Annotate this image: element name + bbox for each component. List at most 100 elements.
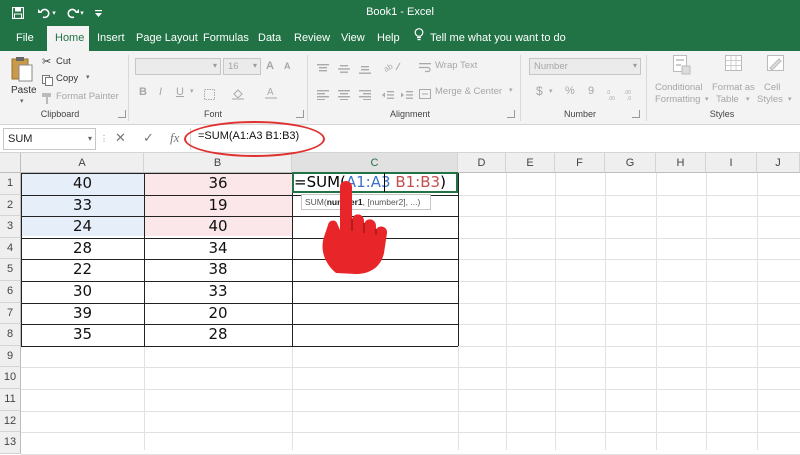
- column-header-f[interactable]: F: [555, 153, 605, 173]
- align-top-icon[interactable]: [317, 61, 329, 79]
- cell-b8[interactable]: 28: [144, 324, 292, 346]
- title-bar: ▾ ▾ Book1 - Excel: [0, 0, 800, 26]
- number-format-select[interactable]: Number ▾: [529, 58, 641, 75]
- copy-button[interactable]: Copy ▾: [42, 72, 97, 86]
- row-header-2[interactable]: 2: [0, 194, 21, 217]
- align-right-icon[interactable]: [359, 87, 371, 105]
- cell-a1[interactable]: 40: [21, 173, 144, 195]
- font-color-icon[interactable]: A: [265, 86, 277, 104]
- clipboard-launcher-icon[interactable]: [118, 110, 126, 118]
- font-launcher-icon[interactable]: [296, 110, 304, 118]
- tab-file[interactable]: File: [8, 26, 42, 51]
- format-table-label-1: Format as: [712, 82, 755, 93]
- alignment-launcher-icon[interactable]: [507, 110, 515, 118]
- format-painter-button[interactable]: Format Painter: [42, 90, 122, 104]
- row-header-12[interactable]: 12: [0, 410, 21, 433]
- cell-a5[interactable]: 22: [21, 259, 144, 281]
- paste-button[interactable]: Paste ▾: [8, 56, 37, 105]
- tab-review[interactable]: Review: [286, 26, 338, 51]
- cell-a4[interactable]: 28: [21, 238, 144, 260]
- borders-icon[interactable]: [204, 87, 215, 105]
- column-header-a[interactable]: A: [21, 153, 144, 173]
- increase-indent-icon[interactable]: [401, 87, 413, 105]
- row-header-10[interactable]: 10: [0, 367, 21, 389]
- cell-b1[interactable]: 36: [144, 173, 292, 195]
- select-all-button[interactable]: [0, 153, 21, 173]
- cell-b6[interactable]: 33: [144, 281, 292, 303]
- tab-insert[interactable]: Insert: [89, 26, 133, 51]
- increase-decimal-icon[interactable]: .0.00: [606, 87, 620, 105]
- decrease-decimal-icon[interactable]: .00.0: [624, 87, 638, 105]
- row-header-13[interactable]: 13: [0, 432, 21, 454]
- cancel-icon[interactable]: ✕: [115, 130, 126, 146]
- name-box[interactable]: SUM ▾: [3, 128, 96, 150]
- cell-a2[interactable]: 33: [21, 195, 144, 217]
- column-header-i[interactable]: I: [706, 153, 757, 173]
- tab-view[interactable]: View: [333, 26, 373, 51]
- enter-icon[interactable]: ✓: [143, 130, 154, 146]
- copy-label: Copy: [56, 73, 79, 84]
- cell-a7[interactable]: 39: [21, 303, 144, 325]
- decrease-indent-icon[interactable]: [382, 87, 394, 105]
- align-bottom-icon[interactable]: [359, 61, 371, 79]
- column-header-j[interactable]: J: [757, 153, 800, 173]
- align-center-icon[interactable]: [338, 87, 350, 105]
- tell-me-search[interactable]: Tell me what you want to do: [414, 26, 566, 51]
- wrap-text-button[interactable]: Wrap Text: [419, 59, 509, 73]
- insert-function-icon[interactable]: fx: [170, 130, 179, 146]
- cell-b3[interactable]: 40: [144, 216, 292, 238]
- orientation-icon[interactable]: ab: [382, 59, 402, 77]
- column-header-c[interactable]: C: [292, 153, 458, 173]
- column-header-g[interactable]: G: [605, 153, 656, 173]
- underline-dropdown-icon[interactable]: ▾: [190, 87, 194, 95]
- row-header-9[interactable]: 9: [0, 345, 21, 368]
- conditional-label-1: Conditional: [655, 82, 703, 93]
- currency-dropdown-icon[interactable]: ▾: [549, 87, 553, 95]
- cell-b5[interactable]: 38: [144, 259, 292, 281]
- font-name-select[interactable]: ▾: [135, 58, 221, 75]
- cell-b2[interactable]: 19: [144, 195, 292, 217]
- column-header-d[interactable]: D: [458, 153, 506, 173]
- tab-data[interactable]: Data: [250, 26, 289, 51]
- currency-button[interactable]: $: [536, 84, 543, 98]
- row-header-1[interactable]: 1: [0, 173, 21, 195]
- table-border: [21, 345, 458, 347]
- column-header-e[interactable]: E: [506, 153, 555, 173]
- tab-home[interactable]: Home: [47, 26, 89, 51]
- fill-color-icon[interactable]: [232, 87, 244, 105]
- row-header-5[interactable]: 5: [0, 259, 21, 281]
- comma-style-button[interactable]: 9: [588, 85, 594, 97]
- percent-button[interactable]: %: [565, 85, 575, 97]
- number-launcher-icon[interactable]: [632, 110, 640, 118]
- edit-ref-b: B1:B3: [395, 173, 441, 191]
- column-header-h[interactable]: H: [656, 153, 706, 173]
- cell-a8[interactable]: 35: [21, 324, 144, 346]
- align-middle-icon[interactable]: [338, 61, 350, 79]
- merge-center-button[interactable]: Merge & Center ▾: [419, 85, 519, 99]
- tab-help[interactable]: Help: [369, 26, 408, 51]
- conditional-formatting-button[interactable]: Conditional Formatting ▾: [652, 55, 710, 107]
- row-header-7[interactable]: 7: [0, 302, 21, 325]
- cell-b4[interactable]: 34: [144, 238, 292, 260]
- bold-button[interactable]: B: [139, 86, 147, 98]
- cell-styles-button[interactable]: Cell Styles ▾: [757, 55, 797, 107]
- cell-a3[interactable]: 24: [21, 216, 144, 238]
- italic-button[interactable]: I: [159, 86, 162, 98]
- decrease-font-icon[interactable]: A: [284, 61, 291, 71]
- row-header-6[interactable]: 6: [0, 281, 21, 303]
- row-header-3[interactable]: 3: [0, 216, 21, 238]
- increase-font-icon[interactable]: A: [266, 60, 274, 72]
- cell-a6[interactable]: 30: [21, 281, 144, 303]
- cut-button[interactable]: ✂ Cut: [42, 55, 82, 69]
- row-header-8[interactable]: 8: [0, 324, 21, 346]
- align-left-icon[interactable]: [317, 87, 329, 105]
- conditional-label-2: Formatting: [655, 94, 701, 105]
- row-header-11[interactable]: 11: [0, 389, 21, 411]
- underline-button[interactable]: U: [176, 86, 184, 98]
- row-header-4[interactable]: 4: [0, 237, 21, 260]
- tab-formulas[interactable]: Formulas: [195, 26, 257, 51]
- cell-b7[interactable]: 20: [144, 303, 292, 325]
- font-size-select[interactable]: 16 ▾: [223, 58, 261, 75]
- merge-icon: [419, 86, 431, 104]
- format-as-table-button[interactable]: Format as Table ▾: [712, 55, 756, 107]
